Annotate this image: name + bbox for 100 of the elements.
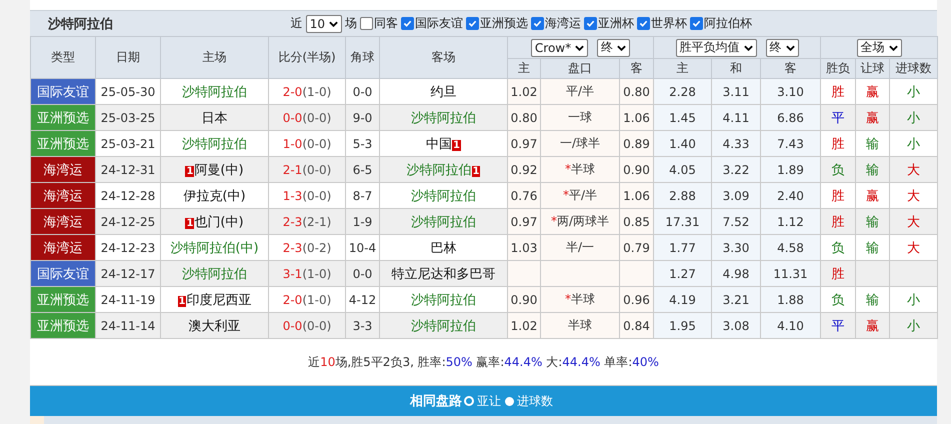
checkbox[interactable] xyxy=(531,17,544,30)
checkbox-label: 国际友谊 xyxy=(415,15,463,32)
odds-time-dropdown[interactable]: 终 xyxy=(597,38,630,56)
odds-cell: 4.33 xyxy=(712,130,760,156)
goals-result-cell: 大 xyxy=(890,156,938,182)
radio-label: 进球数 xyxy=(517,392,553,410)
chevron-down-icon xyxy=(617,44,626,50)
odds-cell: 3.22 xyxy=(712,156,760,182)
handicap-cell: 平/半 xyxy=(540,78,620,104)
company-dropdown[interactable]: 胜平负均值 xyxy=(676,38,756,56)
handicap-cell: *平/半 xyxy=(540,182,620,208)
checkbox[interactable] xyxy=(637,17,650,30)
column-header: 盘口 xyxy=(540,58,620,78)
date-cell: 24-12-25 xyxy=(96,208,160,234)
count-dropdown[interactable]: 10 xyxy=(306,14,342,32)
column-header: 主场 xyxy=(160,36,268,78)
goals-result-cell: 大 xyxy=(890,208,938,234)
handicap-result-cell: 输 xyxy=(856,156,890,182)
odds-cell: 4.10 xyxy=(760,312,821,338)
checkbox[interactable] xyxy=(360,17,373,30)
odds-cell: 1.95 xyxy=(654,312,712,338)
odds-cell: 2.28 xyxy=(654,78,712,104)
odds-cell: 7.52 xyxy=(712,208,760,234)
odds-time-dropdown[interactable]: 终 xyxy=(766,38,798,56)
match-type-cell: 亚洲预选 xyxy=(30,104,96,130)
odds-cell: 1.89 xyxy=(760,156,821,182)
checkbox-label: 亚洲杯 xyxy=(598,15,634,32)
checkbox[interactable] xyxy=(401,17,414,30)
odds-cell: 0.90 xyxy=(620,156,654,182)
corners-cell: 9-0 xyxy=(346,104,380,130)
handicap-result-cell: 赢 xyxy=(856,312,890,338)
match-type-cell: 国际友谊 xyxy=(30,78,96,104)
odds-cell: 3.11 xyxy=(712,78,760,104)
odds-cell: 3.08 xyxy=(712,312,760,338)
handicap-cell: *两/两球半 xyxy=(540,208,620,234)
odds-cell: 1.88 xyxy=(760,286,821,312)
odds-cell: 7.43 xyxy=(760,130,821,156)
match-type-cell: 海湾运 xyxy=(30,208,96,234)
odds-cell: 4.05 xyxy=(654,156,712,182)
rank-badge: 1 xyxy=(185,166,194,176)
team-name[interactable]: 中国 xyxy=(426,136,452,152)
team-name[interactable]: 约旦 xyxy=(430,84,456,100)
odds-cell: 3.30 xyxy=(712,234,760,260)
match-type-cell: 亚洲预选 xyxy=(30,286,96,312)
column-header: 和 xyxy=(712,58,760,78)
odds-cell: 0.76 xyxy=(508,182,540,208)
match-type-cell: 海湾运 xyxy=(30,182,96,208)
checkbox-label: 亚洲预选 xyxy=(480,15,528,32)
radio-button[interactable] xyxy=(505,396,514,406)
odds-cell: 2.40 xyxy=(760,182,821,208)
date-cell: 24-12-17 xyxy=(96,260,160,286)
team-name[interactable]: 沙特阿拉伯 xyxy=(406,162,472,178)
odds-cell: 0.80 xyxy=(620,78,654,104)
chevron-down-icon xyxy=(329,20,338,26)
result-cell: 胜 xyxy=(820,260,856,286)
column-header: 日期 xyxy=(96,36,160,78)
section-title: 相同盘路 xyxy=(410,393,462,410)
column-header: 客场 xyxy=(380,36,508,78)
odds-cell: 0.79 xyxy=(620,234,654,260)
odds-cell: 4.58 xyxy=(760,234,821,260)
column-header: 让球 xyxy=(856,58,890,78)
checkbox[interactable] xyxy=(690,17,703,30)
checkbox[interactable] xyxy=(466,17,479,30)
column-header: 类型 xyxy=(30,36,96,78)
odds-cell: 0.85 xyxy=(620,208,654,234)
radio-label: 亚让 xyxy=(477,392,501,410)
chevron-down-icon xyxy=(888,44,898,50)
team-name[interactable]: 阿曼(中) xyxy=(194,162,244,178)
result-cell: 平 xyxy=(820,104,856,130)
company-dropdown[interactable]: Crow* xyxy=(530,38,588,56)
goals-result-cell: 小 xyxy=(890,312,938,338)
column-header: 主 xyxy=(508,58,540,78)
team-name[interactable]: 日本 xyxy=(202,110,228,126)
column-header: 角球 xyxy=(346,36,380,78)
odds-cell: 6.86 xyxy=(760,104,821,130)
odds-cell: 0.92 xyxy=(508,156,540,182)
checkbox[interactable] xyxy=(584,17,597,30)
rank-badge: 1 xyxy=(452,140,461,150)
odds-cell: 0.89 xyxy=(620,130,654,156)
odds-cell: 17.31 xyxy=(654,208,712,234)
match-type-cell: 国际友谊 xyxy=(30,260,96,286)
checkbox-label: 世界杯 xyxy=(651,15,687,32)
filter-label: 场 xyxy=(345,15,357,32)
team-name[interactable]: 巴林 xyxy=(430,240,456,256)
odds-cell: 1.40 xyxy=(654,130,712,156)
column-header: 胜负 xyxy=(820,58,856,78)
corners-cell: 1-9 xyxy=(346,208,380,234)
handicap-cell: 半球 xyxy=(540,312,620,338)
team-name[interactable]: 印度尼西亚 xyxy=(186,292,252,308)
team-name[interactable]: 也门(中) xyxy=(194,214,244,230)
period-dropdown[interactable]: 全场 xyxy=(856,38,902,56)
radio-button[interactable] xyxy=(464,396,474,406)
checkbox-label: 海湾运 xyxy=(545,15,581,32)
match-type-cell: 海湾运 xyxy=(30,156,96,182)
odds-cell: 0.97 xyxy=(508,130,540,156)
handicap-result-cell: 输 xyxy=(856,208,890,234)
rank-badge: 1 xyxy=(178,296,186,306)
odds-cell: 4.19 xyxy=(654,286,712,312)
team-title: 沙特阿拉伯 xyxy=(48,16,113,32)
handicap-cell: 一球 xyxy=(540,104,620,130)
